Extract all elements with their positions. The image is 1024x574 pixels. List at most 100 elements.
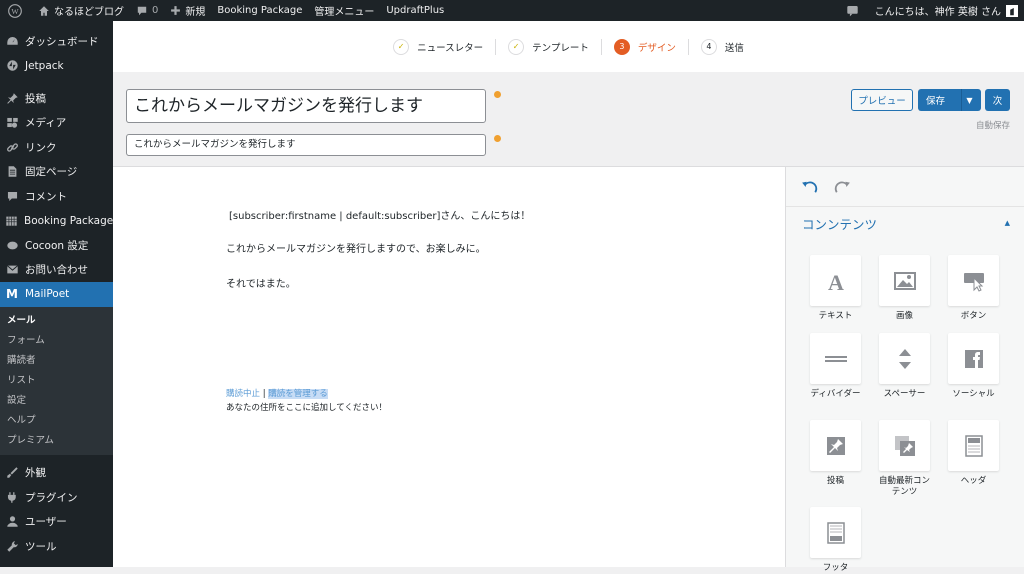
block-text[interactable]: A テキスト [810, 255, 861, 322]
checkmark-icon: ✓ [393, 38, 410, 55]
footer-links: 購読中止 | 購読を管理する [226, 387, 328, 399]
submenu-help[interactable]: ヘルプ [0, 411, 113, 431]
sidebar-item-cocoon[interactable]: Cocoon 設定 [0, 233, 113, 258]
mailpoet-submenu: メール フォーム 購読者 リスト 設定 ヘルプ プレミアム [0, 306, 113, 455]
content-section-header[interactable]: コンンテンツ ▲ [786, 207, 1024, 239]
my-account-link[interactable]: こんにちは、神作 英樹 さん [869, 0, 1024, 21]
sidebar-item-label: 外観 [25, 467, 46, 480]
speech-icon [846, 5, 858, 17]
manage-subscription-link[interactable]: 購読を管理する [268, 389, 328, 399]
comments-link[interactable]: 0 [130, 0, 164, 21]
block-spacer[interactable]: スペーサー [879, 333, 930, 400]
comment-icon [5, 189, 19, 203]
checkmark-icon: ✓ [508, 38, 525, 55]
updraftplus-label: UpdraftPlus [386, 5, 445, 16]
block-footer[interactable]: フッタ [810, 507, 861, 574]
divider-icon [824, 355, 847, 362]
sidebar-item-label: リンク [25, 141, 57, 154]
help-icon[interactable] [494, 91, 501, 98]
closing-text-block[interactable]: それではまた。 [226, 275, 296, 290]
sidebar-item-label: Jetpack [25, 59, 64, 72]
submenu-emails[interactable]: メール [0, 311, 113, 331]
sidebar-item-comments[interactable]: コメント [0, 184, 113, 209]
greeting-text-block[interactable]: [subscriber:firstname | default:subscrib… [229, 207, 530, 222]
sidebar-item-posts[interactable]: 投稿 [0, 86, 113, 111]
booking-package-link[interactable]: Booking Package [211, 0, 308, 21]
save-button[interactable]: 保存 ▼ [918, 89, 981, 111]
sidebar-item-dashboard[interactable]: ダッシュボード [0, 29, 113, 54]
admin-menu-link[interactable]: 管理メニュー [308, 0, 380, 21]
step-design[interactable]: 3 デザイン [602, 38, 689, 55]
email-canvas[interactable]: [subscriber:firstname | default:subscrib… [113, 167, 785, 567]
sidebar-item-label: ツール [25, 540, 57, 553]
sidebar-item-links[interactable]: リンク [0, 135, 113, 160]
sidebar-item-mailpoet[interactable]: M MailPoet [0, 282, 113, 307]
help-icon[interactable] [494, 135, 501, 142]
unsubscribe-link[interactable]: 購読中止 [226, 389, 260, 399]
site-name-link[interactable]: なるほどブログ [32, 0, 130, 21]
block-button[interactable]: ボタン [948, 255, 999, 322]
sidebar-item-contact[interactable]: お問い合わせ [0, 258, 113, 283]
submenu-lists[interactable]: リスト [0, 371, 113, 391]
step-template[interactable]: ✓ テンプレート [496, 38, 602, 55]
block-label: 投稿 [826, 476, 844, 486]
step-label: ニュースレター [417, 42, 484, 54]
notification-link[interactable] [840, 0, 869, 21]
preview-button[interactable]: プレビュー [851, 89, 913, 111]
block-divider[interactable]: ディバイダー [810, 333, 861, 400]
comments-count: 0 [152, 5, 159, 16]
new-content-link[interactable]: 新規 [164, 0, 211, 21]
header-icon [964, 434, 983, 457]
undo-icon[interactable] [801, 180, 819, 194]
sidebar-item-pages[interactable]: 固定ページ [0, 160, 113, 185]
block-posts[interactable]: 投稿 [810, 420, 861, 487]
step-label: テンプレート [532, 42, 589, 54]
content-section-title: コンンテンツ [802, 216, 878, 232]
image-icon [893, 271, 916, 290]
block-label: ソーシャル [952, 389, 995, 399]
updraftplus-link[interactable]: UpdraftPlus [380, 0, 450, 21]
footer-icon [826, 521, 845, 544]
sidebar-item-plugins[interactable]: プラグイン [0, 485, 113, 510]
block-automated-latest-content[interactable]: 自動最新コンテンツ [879, 420, 930, 498]
save-label: 保存 [926, 96, 946, 107]
block-social[interactable]: ソーシャル [948, 333, 999, 400]
footer-address[interactable]: あなたの住所をここに追加してください！ [226, 401, 387, 413]
step-send[interactable]: 4 送信 [689, 38, 756, 55]
dashboard-icon [5, 34, 19, 48]
sidebar-item-media[interactable]: メディア [0, 111, 113, 136]
subject-input[interactable]: これからメールマガジンを発行します [126, 89, 486, 123]
autosave-status: 自動保存 [975, 121, 1010, 131]
sidebar-item-tools[interactable]: ツール [0, 534, 113, 559]
block-label: ボタン [960, 311, 987, 321]
svg-text:W: W [11, 6, 19, 15]
step-newsletter[interactable]: ✓ ニュースレター [381, 38, 497, 55]
sidebar-item-label: ダッシュボード [25, 35, 99, 48]
preheader-input[interactable]: これからメールマガジンを発行します [126, 134, 486, 156]
next-button[interactable]: 次 [985, 89, 1010, 111]
submenu-forms[interactable]: フォーム [0, 331, 113, 351]
subject-bar: これからメールマガジンを発行します これからメールマガジンを発行します プレビュ… [113, 73, 1024, 167]
submenu-premium[interactable]: プレミアム [0, 431, 113, 451]
redo-icon[interactable] [833, 180, 851, 194]
block-image[interactable]: 画像 [879, 255, 930, 322]
sidebar-item-label: プラグイン [25, 491, 78, 504]
block-label: スペーサー [883, 389, 926, 399]
collapse-arrow-icon[interactable]: ▲ [1005, 219, 1010, 227]
sidebar-item-booking-package[interactable]: Booking Package [0, 209, 113, 234]
block-header[interactable]: ヘッダ [948, 420, 999, 487]
sidebar-item-appearance[interactable]: 外観 [0, 461, 113, 486]
sidebar-item-jetpack[interactable]: Jetpack [0, 54, 113, 79]
mailpoet-editor: ✓ ニュースレター ✓ テンプレート 3 デザイン 4 送信 これからメールマガ… [113, 21, 1024, 573]
block-label: テキスト [818, 311, 853, 321]
caret-down-icon[interactable]: ▼ [961, 89, 977, 111]
new-label: 新規 [185, 7, 206, 18]
plus-icon [171, 6, 181, 15]
sidebar-item-users[interactable]: ユーザー [0, 510, 113, 535]
user-icon [5, 515, 19, 529]
submenu-subscribers[interactable]: 購読者 [0, 351, 113, 371]
wordpress-logo[interactable]: W [0, 0, 32, 21]
body-text-block[interactable]: これからメールマガジンを発行しますので、お楽しみに。 [226, 240, 486, 255]
submenu-settings[interactable]: 設定 [0, 391, 113, 411]
admin-sidebar: ダッシュボード Jetpack 投稿 メディア リンク 固定ページ コメント B… [0, 21, 113, 567]
